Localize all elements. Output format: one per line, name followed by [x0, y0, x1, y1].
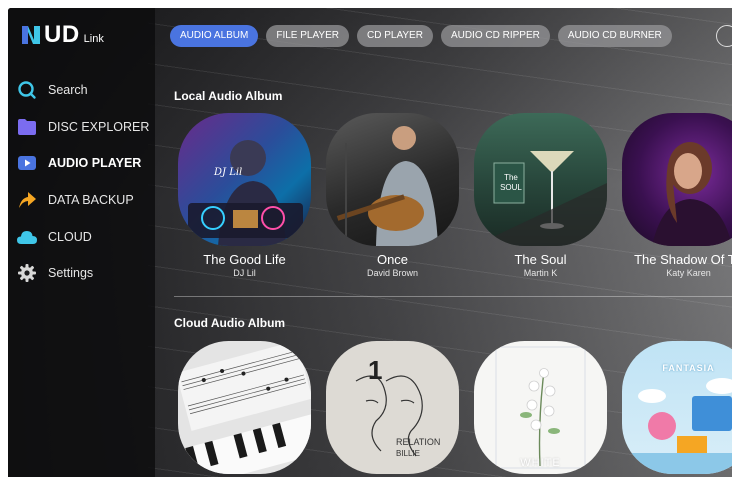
sidebar-item-disc-explorer[interactable]: DISC EXPLORER [8, 109, 155, 146]
sidebar-nav: Search DISC EXPLORER AUDIO PLAYER DATA B… [8, 72, 155, 292]
cover-text: DJ Lil [214, 167, 243, 178]
brand-name: UD [44, 21, 80, 48]
sidebar-item-label: CLOUD [48, 229, 92, 244]
album-card[interactable] [178, 341, 311, 474]
gear-icon [16, 262, 38, 284]
album-artist: DJ Lil [233, 268, 256, 278]
cover-number: 1 [368, 355, 383, 385]
folder-icon [16, 116, 38, 138]
sidebar-item-label: AUDIO PLAYER [48, 156, 142, 171]
dj-illustration-icon [188, 140, 303, 246]
cloud-icon [16, 226, 38, 248]
top-tab-bar: AUDIO ALBUM FILE PLAYER CD PLAYER AUDIO … [170, 25, 732, 47]
udlink-logo-icon [22, 26, 40, 44]
sidebar-item-settings[interactable]: Settings [8, 255, 155, 292]
play-icon [16, 152, 38, 174]
album-artist: David Brown [366, 268, 419, 278]
cover-text: RELATION [396, 437, 441, 447]
tab-cd-player[interactable]: CD PLAYER [356, 25, 433, 47]
sidebar-item-label: DISC EXPLORER [48, 119, 150, 134]
sidebar-item-audio-player[interactable]: AUDIO PLAYER [8, 145, 155, 182]
sidebar-item-label: Settings [48, 266, 94, 281]
album-card[interactable]: The SOUL The Soul Martin K [474, 113, 607, 278]
cover-text: The SOUL [500, 173, 522, 192]
cover-text: WHITE [520, 457, 561, 469]
album-title: The Soul [514, 252, 567, 267]
tab-audio-cd-burner[interactable]: AUDIO CD BURNER [557, 25, 672, 47]
album-card[interactable]: FANTASIA [622, 341, 732, 474]
search-icon [16, 79, 38, 101]
guitarist-illustration-icon [336, 126, 438, 246]
sidebar-item-cloud[interactable]: CLOUD [8, 218, 155, 255]
album-cover[interactable] [178, 341, 311, 474]
album-cover[interactable] [622, 113, 732, 246]
album-cover[interactable] [326, 113, 459, 246]
album-cover[interactable]: The SOUL [474, 113, 607, 246]
album-title: The Good Life [203, 252, 286, 267]
brand-logo: UD Link [20, 21, 104, 48]
sidebar-item-data-backup[interactable]: DATA BACKUP [8, 182, 155, 219]
cocktail-glass-icon [474, 151, 607, 246]
app-window: UD Link Search DISC EXPLORER AUDIO PLAYE… [8, 8, 732, 477]
tab-file-player[interactable]: FILE PLAYER [266, 25, 349, 47]
album-cover[interactable]: WHITE [474, 341, 607, 474]
cover-subtext: BILLIE [396, 449, 421, 458]
album-title: The Shadow Of Th [634, 252, 732, 267]
sidebar-item-search[interactable]: Search [8, 72, 155, 109]
sidebar-item-label: DATA BACKUP [48, 193, 134, 208]
album-card[interactable]: Once David Brown [326, 113, 459, 278]
sidebar: UD Link Search DISC EXPLORER AUDIO PLAYE… [8, 8, 155, 477]
fantasia-illustration-icon [622, 378, 732, 474]
cloud-album-row: 1 RELATION BILLIE WHITE FANTASIA [178, 341, 732, 474]
album-artist: Katy Karen [666, 268, 711, 278]
cloud-section-title: Cloud Audio Album [174, 316, 286, 330]
backup-arrow-icon [16, 189, 38, 211]
album-cover[interactable]: FANTASIA [622, 341, 732, 474]
album-title: Once [376, 252, 409, 267]
sidebar-item-label: Search [48, 83, 88, 98]
album-card[interactable]: DJ Lil The Good Life DJ Lil [178, 113, 311, 278]
album-cover[interactable]: 1 RELATION BILLIE [326, 341, 459, 474]
tab-audio-album[interactable]: AUDIO ALBUM [170, 25, 259, 47]
singer-portrait-icon [652, 142, 732, 246]
account-icon[interactable] [716, 25, 732, 47]
album-card[interactable]: WHITE [474, 341, 607, 474]
flower-sprig-icon [495, 346, 586, 469]
sheet-music-piano-icon [178, 341, 311, 474]
album-artist: Martin K [523, 268, 558, 278]
album-card[interactable]: The Shadow Of Th Katy Karen [622, 113, 732, 278]
cover-text: FANTASIA [662, 363, 715, 373]
section-divider [174, 296, 732, 297]
album-cover[interactable]: DJ Lil [178, 113, 311, 246]
line-art-faces-icon [355, 375, 423, 457]
brand-sub: Link [83, 33, 104, 45]
local-album-row: DJ Lil The Good Life DJ Lil Once David B… [178, 113, 732, 278]
tab-audio-cd-ripper[interactable]: AUDIO CD RIPPER [440, 25, 550, 47]
album-card[interactable]: 1 RELATION BILLIE [326, 341, 459, 474]
local-section-title: Local Audio Album [174, 89, 283, 103]
